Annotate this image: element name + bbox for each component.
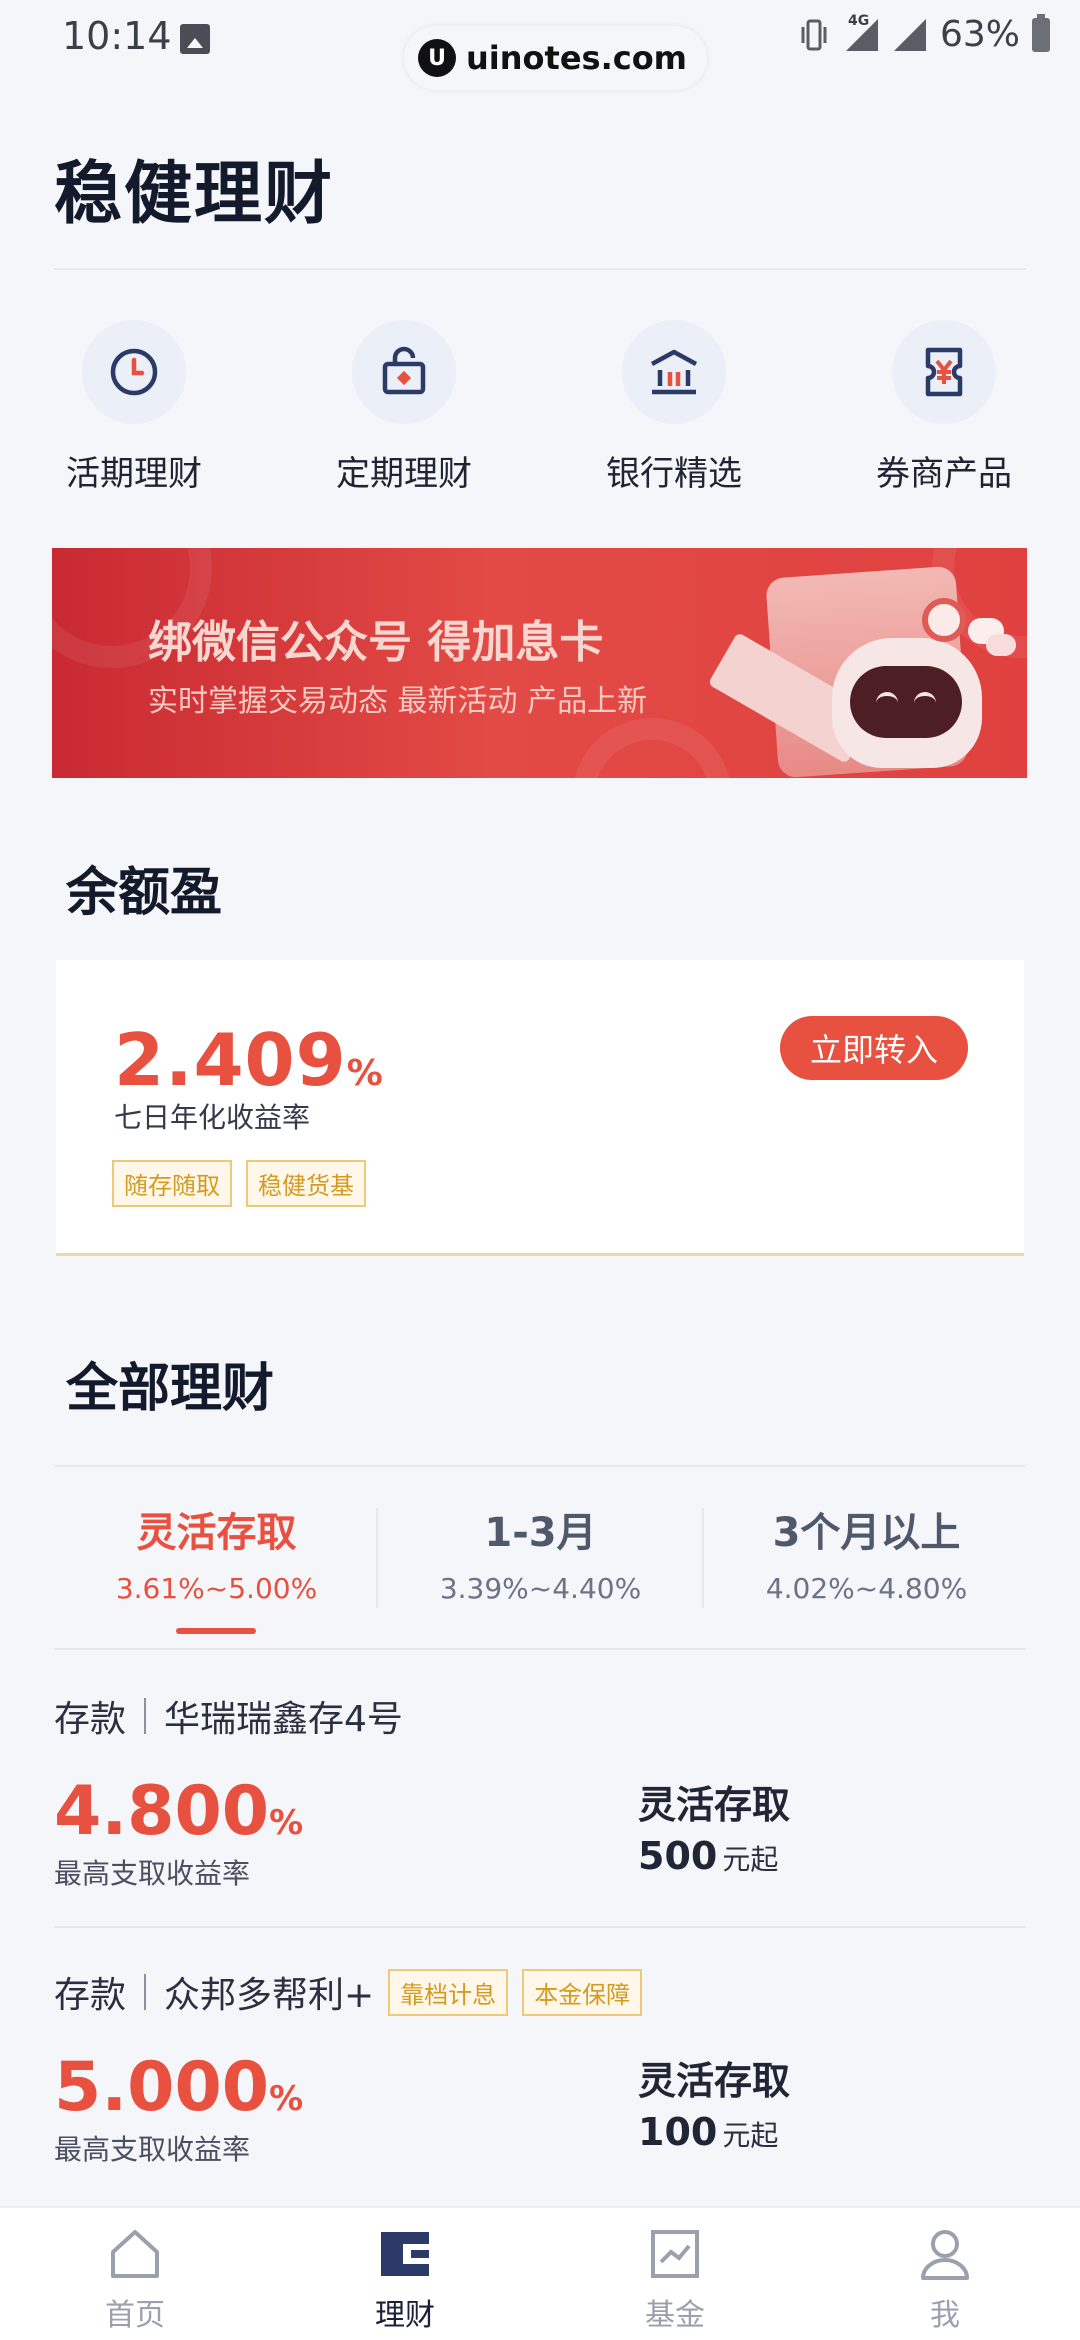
product-rate-label: 最高支取收益率 [54,2133,251,2166]
yue-rate-unit: % [346,1053,384,1094]
nav-fund[interactable]: 基金 [540,2226,810,2334]
separator [144,1698,147,1734]
signal-icon [893,18,926,51]
nav-home[interactable]: 首页 [0,2226,270,2334]
watermark: U uinotes.com [404,26,708,90]
nav-label: 理财 [375,2298,435,2333]
product-min-value: 100 [638,2110,718,2154]
tab-over-3-months[interactable]: 3个月以上 4.02%~4.80% [704,1500,1029,1605]
product-name: 华瑞瑞鑫存4号 [164,1699,403,1740]
nav-label: 我 [930,2298,960,2333]
chart-icon [651,2230,699,2278]
status-time: 10:14 [62,14,172,58]
tab-label: 灵活存取 [136,1510,297,1556]
product-min-unit: 元起 [722,1843,779,1876]
product-type: 灵活存取 [638,1783,791,1827]
product-rate-value: 4.800 [54,1772,270,1851]
yue-card[interactable]: 2.409% 七日年化收益率 随存随取 稳健货基 立即转入 [56,960,1024,1256]
yue-tags: 随存随取 稳健货基 [112,1160,366,1207]
nav-me[interactable]: 我 [810,2226,1080,2334]
battery-percent: 63% [939,14,1020,55]
cell-signal-4g-icon: 4G [840,13,880,53]
vibrate-icon [801,19,827,50]
divider [54,1926,1026,1928]
category-label: 定期理财 [336,454,472,494]
category-fixed-term[interactable]: 定期理财 [294,320,514,495]
tag: 靠档计息 [388,1968,509,2016]
separator [144,1974,147,2010]
lock-box-icon [352,320,456,424]
network-type: 4G [847,12,870,29]
tag: 随存随取 [112,1160,232,1207]
tag: 本金保障 [522,1968,643,2016]
page-title: 稳健理财 [54,155,335,234]
divider [54,268,1026,270]
product-type: 灵活存取 [638,2059,791,2103]
tab-flexible[interactable]: 灵活存取 3.61%~5.00% [54,1500,379,1605]
tab-label: 1-3月 [484,1510,597,1556]
category-current-savings[interactable]: 活期理财 [24,320,244,495]
product-category: 存款 [54,1975,127,2016]
banner-decoration [572,718,732,778]
yue-rate-label: 七日年化收益率 [114,1101,311,1134]
nav-label: 首页 [105,2298,165,2333]
image-notification-icon [180,24,210,54]
transfer-in-button[interactable]: 立即转入 [780,1016,968,1080]
section-title-all: 全部理财 [66,1359,275,1419]
clock-icon [82,320,186,424]
user-icon [921,2230,969,2280]
product-row[interactable]: 存款 众邦多帮利+ 靠档计息 本金保障 5.000% 最高支取收益率 灵活存取 … [54,1936,1026,2196]
section-title-yue: 余额盈 [66,863,223,923]
coin-icon [922,598,966,642]
product-min-value: 500 [638,1834,718,1878]
yue-rate-value: 2.409 [114,1018,347,1102]
product-min: 500 元起 [638,1834,778,1878]
yen-ticket-icon [892,320,996,424]
home-icon [111,2230,159,2278]
tab-range: 3.39%~4.40% [439,1572,642,1605]
status-bar: 10:14 U uinotes.com 4G 63% [0,0,1080,90]
tag: 稳健货基 [246,1160,366,1207]
tab-active-indicator [176,1628,256,1634]
product-rate: 4.800% [54,1772,303,1851]
product-rate: 5.000% [54,2048,303,2127]
tab-range: 4.02%~4.80% [765,1572,968,1605]
product-rate-unit: % [269,1803,304,1843]
product-header: 存款 华瑞瑞鑫存4号 [54,1690,403,1742]
battery-icon [1032,13,1050,52]
tab-label: 3个月以上 [772,1510,961,1556]
nav-wealth[interactable]: 理财 [270,2226,540,2334]
divider [54,1465,1026,1467]
nav-label: 基金 [645,2298,705,2333]
product-rate-value: 5.000 [54,2048,270,2127]
category-label: 券商产品 [876,454,1012,494]
product-header: 存款 众邦多帮利+ 靠档计息 本金保障 [54,1966,643,2018]
bank-icon [622,320,726,424]
tab-1-3-months[interactable]: 1-3月 3.39%~4.40% [378,1500,703,1605]
promo-banner[interactable]: 绑微信公众号 得加息卡 实时掌握交易动态 最新活动 产品上新 [52,548,1027,778]
product-min-unit: 元起 [722,2119,779,2152]
watermark-logo-icon: U [418,39,456,77]
yue-rate: 2.409% [114,1018,384,1102]
watermark-text: uinotes.com [466,39,688,77]
robot-mascot-icon [832,638,982,768]
divider [54,1648,1026,1650]
product-min: 100 元起 [638,2110,778,2154]
bottom-nav: 首页 理财 基金 我 [0,2206,1080,2340]
category-label: 活期理财 [66,454,202,494]
status-indicators: 4G 63% [800,13,1050,55]
category-broker-products[interactable]: 券商产品 [834,320,1054,495]
product-rate-unit: % [269,2079,304,2119]
wallet-icon [381,2232,429,2276]
banner-title: 绑微信公众号 得加息卡 [148,617,604,668]
category-bank-selection[interactable]: 银行精选 [564,320,784,495]
product-name: 众邦多帮利+ [164,1975,375,2016]
category-label: 银行精选 [606,454,742,494]
chat-bubble-icon [986,634,1016,656]
banner-subtitle: 实时掌握交易动态 最新活动 产品上新 [148,684,648,719]
product-row[interactable]: 存款 华瑞瑞鑫存4号 4.800% 最高支取收益率 灵活存取 500 元起 [54,1660,1026,1920]
product-rate-label: 最高支取收益率 [54,1857,251,1890]
tab-range: 3.61%~5.00% [115,1572,318,1605]
product-category: 存款 [54,1699,127,1740]
